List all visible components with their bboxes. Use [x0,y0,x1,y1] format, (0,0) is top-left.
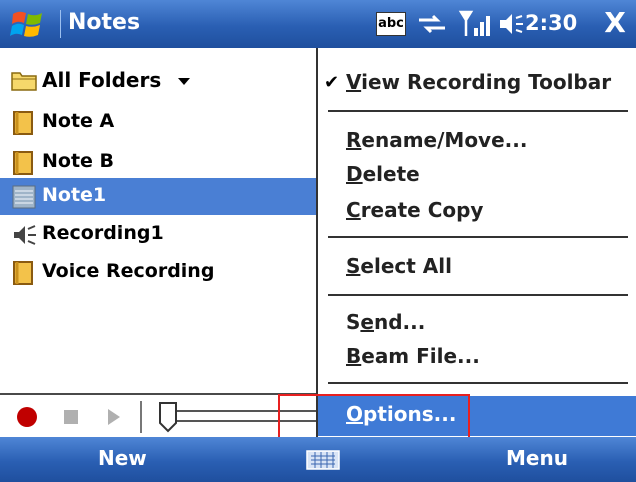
mnemonic: C [346,198,361,222]
list-item[interactable]: Note A [0,104,318,141]
menu-item-beam-file[interactable]: Beam File... [346,344,480,368]
mnemonic: V [346,70,362,94]
menu-separator [328,294,628,296]
menu-item-send[interactable]: Send... [346,310,425,334]
stop-button[interactable] [54,399,88,435]
folder-icon [11,72,37,91]
menu-softkey[interactable]: Menu [506,446,568,470]
mnemonic: B [346,344,362,368]
list-item[interactable]: Voice Recording [0,254,318,291]
new-softkey[interactable]: New [98,446,147,470]
context-menu: ✔ View Recording Toolbar Rename/Move... … [316,48,636,437]
list-item-label: Note1 [42,184,107,206]
keyboard-icon[interactable] [306,448,340,472]
app-title: Notes [68,10,141,35]
menu-separator [328,236,628,238]
title-separator [60,10,61,38]
note-icon [13,111,33,135]
volume-icon[interactable] [496,10,524,38]
menu-item-create-copy[interactable]: Create Copy [346,198,483,222]
note-icon [13,261,33,285]
toolbar-separator [140,401,142,433]
list-item-label: Recording1 [42,222,164,244]
close-button[interactable]: X [598,6,632,40]
signal-strength-icon[interactable] [458,8,492,40]
menu-separator [328,382,628,384]
list-item[interactable]: Note B [0,144,318,181]
list-item-label: Note A [42,110,115,132]
menu-item-select-all[interactable]: Select All [346,254,452,278]
menu-item-label: reate Copy [360,198,484,222]
chevron-down-icon [178,78,190,85]
menu-item-rename-move[interactable]: Rename/Move... [346,128,527,152]
menu-separator [328,110,628,112]
menu-item-label: eam File... [361,344,480,368]
menu-item-label: ename/Move... [361,128,528,152]
softkey-bar: New Menu [0,437,636,482]
note-icon [13,151,33,175]
folder-label: All Folders [42,68,162,92]
check-icon: ✔ [324,72,340,93]
record-button[interactable] [10,399,44,435]
list-item[interactable]: Recording1 [0,216,318,253]
mnemonic: R [346,128,362,152]
menu-item-prefix: S [346,310,361,334]
note-icon [12,185,36,209]
list-item-label: Voice Recording [42,260,215,282]
title-bar: Notes abc 2:30 X [0,0,636,48]
menu-item-label: elete [362,162,420,186]
mnemonic: S [346,254,361,278]
mnemonic: e [360,310,374,334]
mnemonic: D [346,162,363,186]
folder-selector[interactable]: All Folders [0,63,318,99]
menu-item-label: iew Recording Toolbar [361,70,612,94]
input-method-icon[interactable]: abc [376,12,406,36]
windows-start-icon[interactable] [10,7,46,41]
recording-toolbar [0,393,318,439]
play-button[interactable] [96,399,130,435]
menu-item-label: nd... [373,310,426,334]
connectivity-icon[interactable] [415,10,449,38]
speaker-icon [14,225,36,245]
menu-item-delete[interactable]: Delete [346,162,420,186]
menu-item-view-recording-toolbar[interactable]: View Recording Toolbar [346,70,611,94]
list-item-label: Note B [42,150,115,172]
clock[interactable]: 2:30 [525,11,577,35]
list-item-selected[interactable]: Note1 [0,178,318,215]
menu-item-label: elect All [360,254,452,278]
